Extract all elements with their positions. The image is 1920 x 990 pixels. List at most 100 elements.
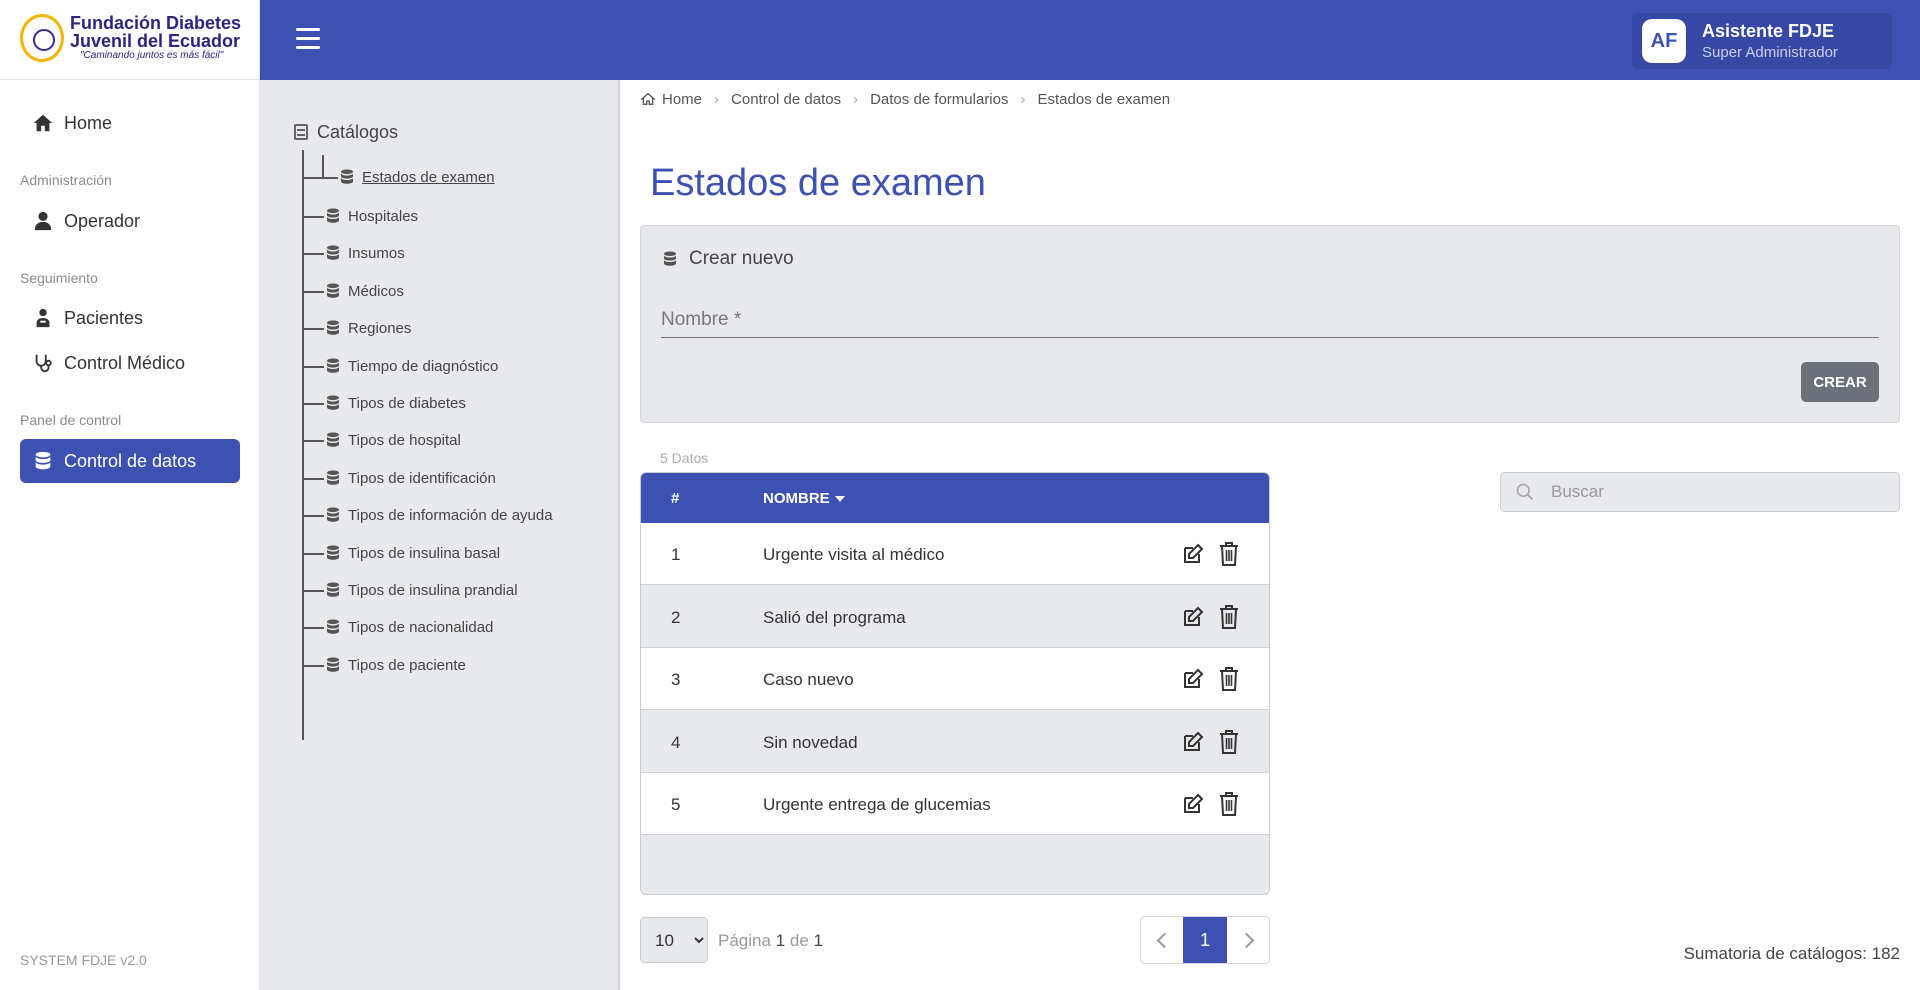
sidebar-item-label: Control Médico bbox=[64, 353, 186, 373]
breadcrumb-home[interactable]: Home bbox=[662, 91, 702, 108]
sidebar-section-seguimiento: Seguimiento bbox=[20, 270, 98, 286]
edit-icon[interactable] bbox=[1181, 730, 1205, 754]
patient-icon bbox=[36, 308, 50, 328]
database-icon bbox=[324, 581, 342, 601]
edit-icon[interactable] bbox=[1181, 605, 1205, 629]
database-icon bbox=[324, 506, 342, 526]
create-form: Crear nuevo CREAR bbox=[640, 225, 1900, 423]
page-info: Página 1 de 1 bbox=[718, 931, 823, 951]
row-number: 1 bbox=[671, 545, 681, 564]
tree-line bbox=[302, 664, 324, 667]
tree-item-label: Estados de examen bbox=[362, 169, 495, 186]
tree-item-label: Tipos de hospital bbox=[348, 432, 461, 450]
database-icon bbox=[338, 168, 356, 188]
row-name: Urgente visita al médico bbox=[763, 545, 945, 564]
breadcrumb-current: Estados de examen bbox=[1037, 90, 1171, 108]
tree-line bbox=[302, 216, 324, 218]
breadcrumb-control-datos[interactable]: Control de datos bbox=[731, 91, 841, 108]
sidebar-item-label: Pacientes bbox=[64, 308, 144, 328]
chevron-right-icon: › bbox=[1020, 90, 1026, 108]
chevron-right-icon[interactable] bbox=[1227, 917, 1269, 963]
tree-item-label: Tiempo de diagnóstico bbox=[348, 357, 499, 375]
pager: 1 bbox=[1140, 916, 1270, 964]
tree-item-label: Hospitales bbox=[348, 208, 419, 225]
user-name: Asistente FDJE bbox=[1702, 21, 1835, 41]
tree-item-label: Tipos de diabetes bbox=[348, 395, 466, 412]
catalog-summary: Sumatoria de catálogos: 182 bbox=[1683, 944, 1900, 963]
page-size-select[interactable]: 10 bbox=[640, 917, 708, 963]
tree-item-label: Tipos de nacionalidad bbox=[348, 619, 494, 637]
table-row: 1 Urgente visita al médico bbox=[641, 523, 1269, 585]
home-icon bbox=[33, 114, 53, 132]
database-icon bbox=[324, 282, 342, 302]
trash-icon[interactable] bbox=[1218, 604, 1240, 630]
trash-icon[interactable] bbox=[1218, 729, 1240, 755]
tree-item-label: Tipos de insulina basal bbox=[348, 544, 501, 562]
brand-logo[interactable]: Fundación Diabetes Juvenil del Ecuador "… bbox=[0, 0, 260, 80]
row-number: 2 bbox=[671, 607, 681, 627]
database-icon bbox=[324, 469, 342, 489]
sidebar-item-label: Operador bbox=[64, 211, 141, 231]
brand-line-1: Fundación Diabetes bbox=[70, 13, 242, 33]
top-bar: AF Asistente FDJE Super Administrador bbox=[260, 0, 1920, 80]
hamburger-icon[interactable] bbox=[296, 28, 320, 50]
tree-line bbox=[302, 440, 324, 443]
page-title: Estados de examen bbox=[650, 162, 986, 204]
catalog-tree-panel: Catálogos Estados de examen Hospitales Ins… bbox=[260, 80, 620, 990]
database-icon bbox=[324, 357, 342, 377]
tree-item-label: Insumos bbox=[348, 245, 405, 263]
table-row: 2 Salió del programa bbox=[641, 585, 1269, 648]
tree-line bbox=[302, 515, 324, 518]
tree-line bbox=[302, 627, 324, 630]
row-name: Sin novedad bbox=[763, 732, 858, 752]
table-header: # NOMBRE bbox=[641, 473, 1269, 523]
column-header-name[interactable]: NOMBRE bbox=[763, 490, 845, 507]
user-menu[interactable]: AF Asistente FDJE Super Administrador bbox=[1632, 13, 1892, 69]
table-row: 3 Caso nuevo bbox=[641, 648, 1269, 710]
row-number: 5 bbox=[671, 795, 681, 814]
page-button-current[interactable]: 1 bbox=[1183, 917, 1227, 963]
edit-icon[interactable] bbox=[1181, 542, 1205, 566]
edit-icon[interactable] bbox=[1181, 792, 1205, 816]
row-number: 4 bbox=[671, 732, 681, 752]
table-row: 4 Sin novedad bbox=[641, 710, 1269, 773]
trash-icon[interactable] bbox=[1218, 541, 1240, 567]
sidebar-item-control-datos[interactable]: Control de datos bbox=[20, 439, 240, 483]
breadcrumb-datos-formularios[interactable]: Datos de formularios bbox=[870, 91, 1008, 108]
sidebar-item-operador[interactable]: Operador bbox=[20, 199, 240, 243]
database-icon bbox=[324, 618, 342, 638]
row-name: Caso nuevo bbox=[763, 670, 854, 689]
tree-line bbox=[302, 150, 304, 740]
foundation-emblem-icon bbox=[20, 14, 64, 62]
tree-line bbox=[302, 590, 324, 592]
tree-item-label: Tipos de identificación bbox=[348, 469, 496, 487]
sidebar-item-control-medico[interactable]: Control Médico bbox=[20, 341, 240, 385]
database-icon bbox=[324, 319, 342, 339]
tree-line bbox=[302, 290, 324, 293]
edit-icon[interactable] bbox=[1181, 667, 1205, 691]
database-icon bbox=[324, 394, 342, 414]
database-icon bbox=[324, 656, 342, 676]
create-button[interactable]: CREAR bbox=[1801, 362, 1879, 402]
sidebar-item-pacientes[interactable]: Pacientes bbox=[20, 296, 240, 340]
database-icon bbox=[35, 451, 51, 470]
create-form-title: Crear nuevo bbox=[689, 248, 794, 269]
search-input[interactable] bbox=[1551, 473, 1891, 511]
tree-line bbox=[302, 477, 324, 480]
sidebar: Fundación Diabetes Juvenil del Ecuador "… bbox=[0, 0, 260, 990]
sidebar-section-panel: Panel de control bbox=[20, 412, 122, 428]
tree-line bbox=[302, 253, 324, 256]
tree-root-label[interactable]: Catálogos bbox=[317, 122, 398, 143]
search-box bbox=[1500, 472, 1900, 512]
sidebar-item-home[interactable]: Home bbox=[20, 101, 240, 145]
tree-item-label: Regiones bbox=[348, 320, 412, 338]
list-icon bbox=[294, 124, 308, 140]
trash-icon[interactable] bbox=[1218, 791, 1240, 817]
tree-line bbox=[302, 403, 324, 405]
trash-icon[interactable] bbox=[1218, 666, 1240, 692]
sort-caret-icon bbox=[834, 496, 845, 503]
chevron-right-icon: › bbox=[853, 90, 859, 108]
breadcrumb: Home › Control de datos › Datos de formulari… bbox=[640, 90, 1170, 112]
chevron-left-icon[interactable] bbox=[1141, 917, 1183, 963]
name-field[interactable] bbox=[661, 302, 1879, 338]
